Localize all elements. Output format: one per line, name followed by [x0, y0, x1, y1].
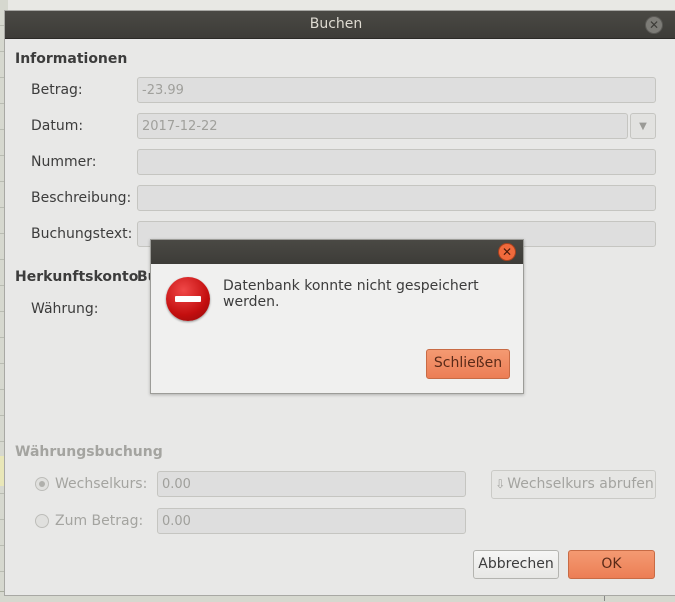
fetch-exchange-rate-label: Wechselkurs abrufen [507, 476, 654, 492]
error-dialog-titlebar[interactable]: ✕ [151, 240, 523, 264]
description-label: Beschreibung: [31, 190, 132, 206]
exchange-rate-field[interactable]: 0.00 [157, 471, 466, 497]
chevron-down-icon[interactable]: ▼ [630, 113, 656, 139]
number-field[interactable] [137, 149, 656, 175]
error-icon [166, 277, 210, 321]
fetch-exchange-rate-button[interactable]: ⇩ Wechselkurs abrufen [491, 470, 656, 499]
ok-button[interactable]: OK [568, 550, 655, 579]
close-icon[interactable]: ✕ [645, 16, 663, 34]
cancel-button[interactable]: Abbrechen [473, 550, 559, 579]
amount-label: Betrag: [31, 82, 83, 98]
amount-field[interactable]: -23.99 [137, 77, 656, 103]
booking-dialog-titlebar[interactable]: Buchen ✕ [5, 11, 675, 39]
amount-radio[interactable] [35, 514, 49, 528]
exchange-rate-radio[interactable] [35, 477, 49, 491]
section-heading-waehrungsbuchung: Währungsbuchung [15, 444, 163, 460]
error-dialog: ✕ Datenbank konnte nicht gespeichert wer… [150, 239, 524, 394]
target-amount-field[interactable]: 0.00 [157, 508, 466, 534]
number-label: Nummer: [31, 154, 97, 170]
currency-label: Währung: [31, 301, 99, 317]
description-field[interactable] [137, 185, 656, 211]
date-field[interactable]: 2017-12-22 [137, 113, 628, 139]
download-icon: ⇩ [495, 477, 506, 491]
date-label: Datum: [31, 118, 84, 134]
booking-text-label: Buchungstext: [31, 226, 133, 242]
dialog-title: Buchen [309, 16, 363, 32]
exchange-rate-label: Wechselkurs: [55, 476, 148, 492]
close-icon[interactable]: ✕ [498, 243, 516, 261]
section-heading-informationen: Informationen [15, 51, 128, 67]
error-message: Datenbank konnte nicht gespeichert werde… [223, 278, 479, 310]
target-amount-label: Zum Betrag: [55, 513, 144, 529]
close-button[interactable]: Schließen [426, 349, 510, 379]
section-heading-herkunftskonto: Herkunftskonto [15, 269, 139, 285]
